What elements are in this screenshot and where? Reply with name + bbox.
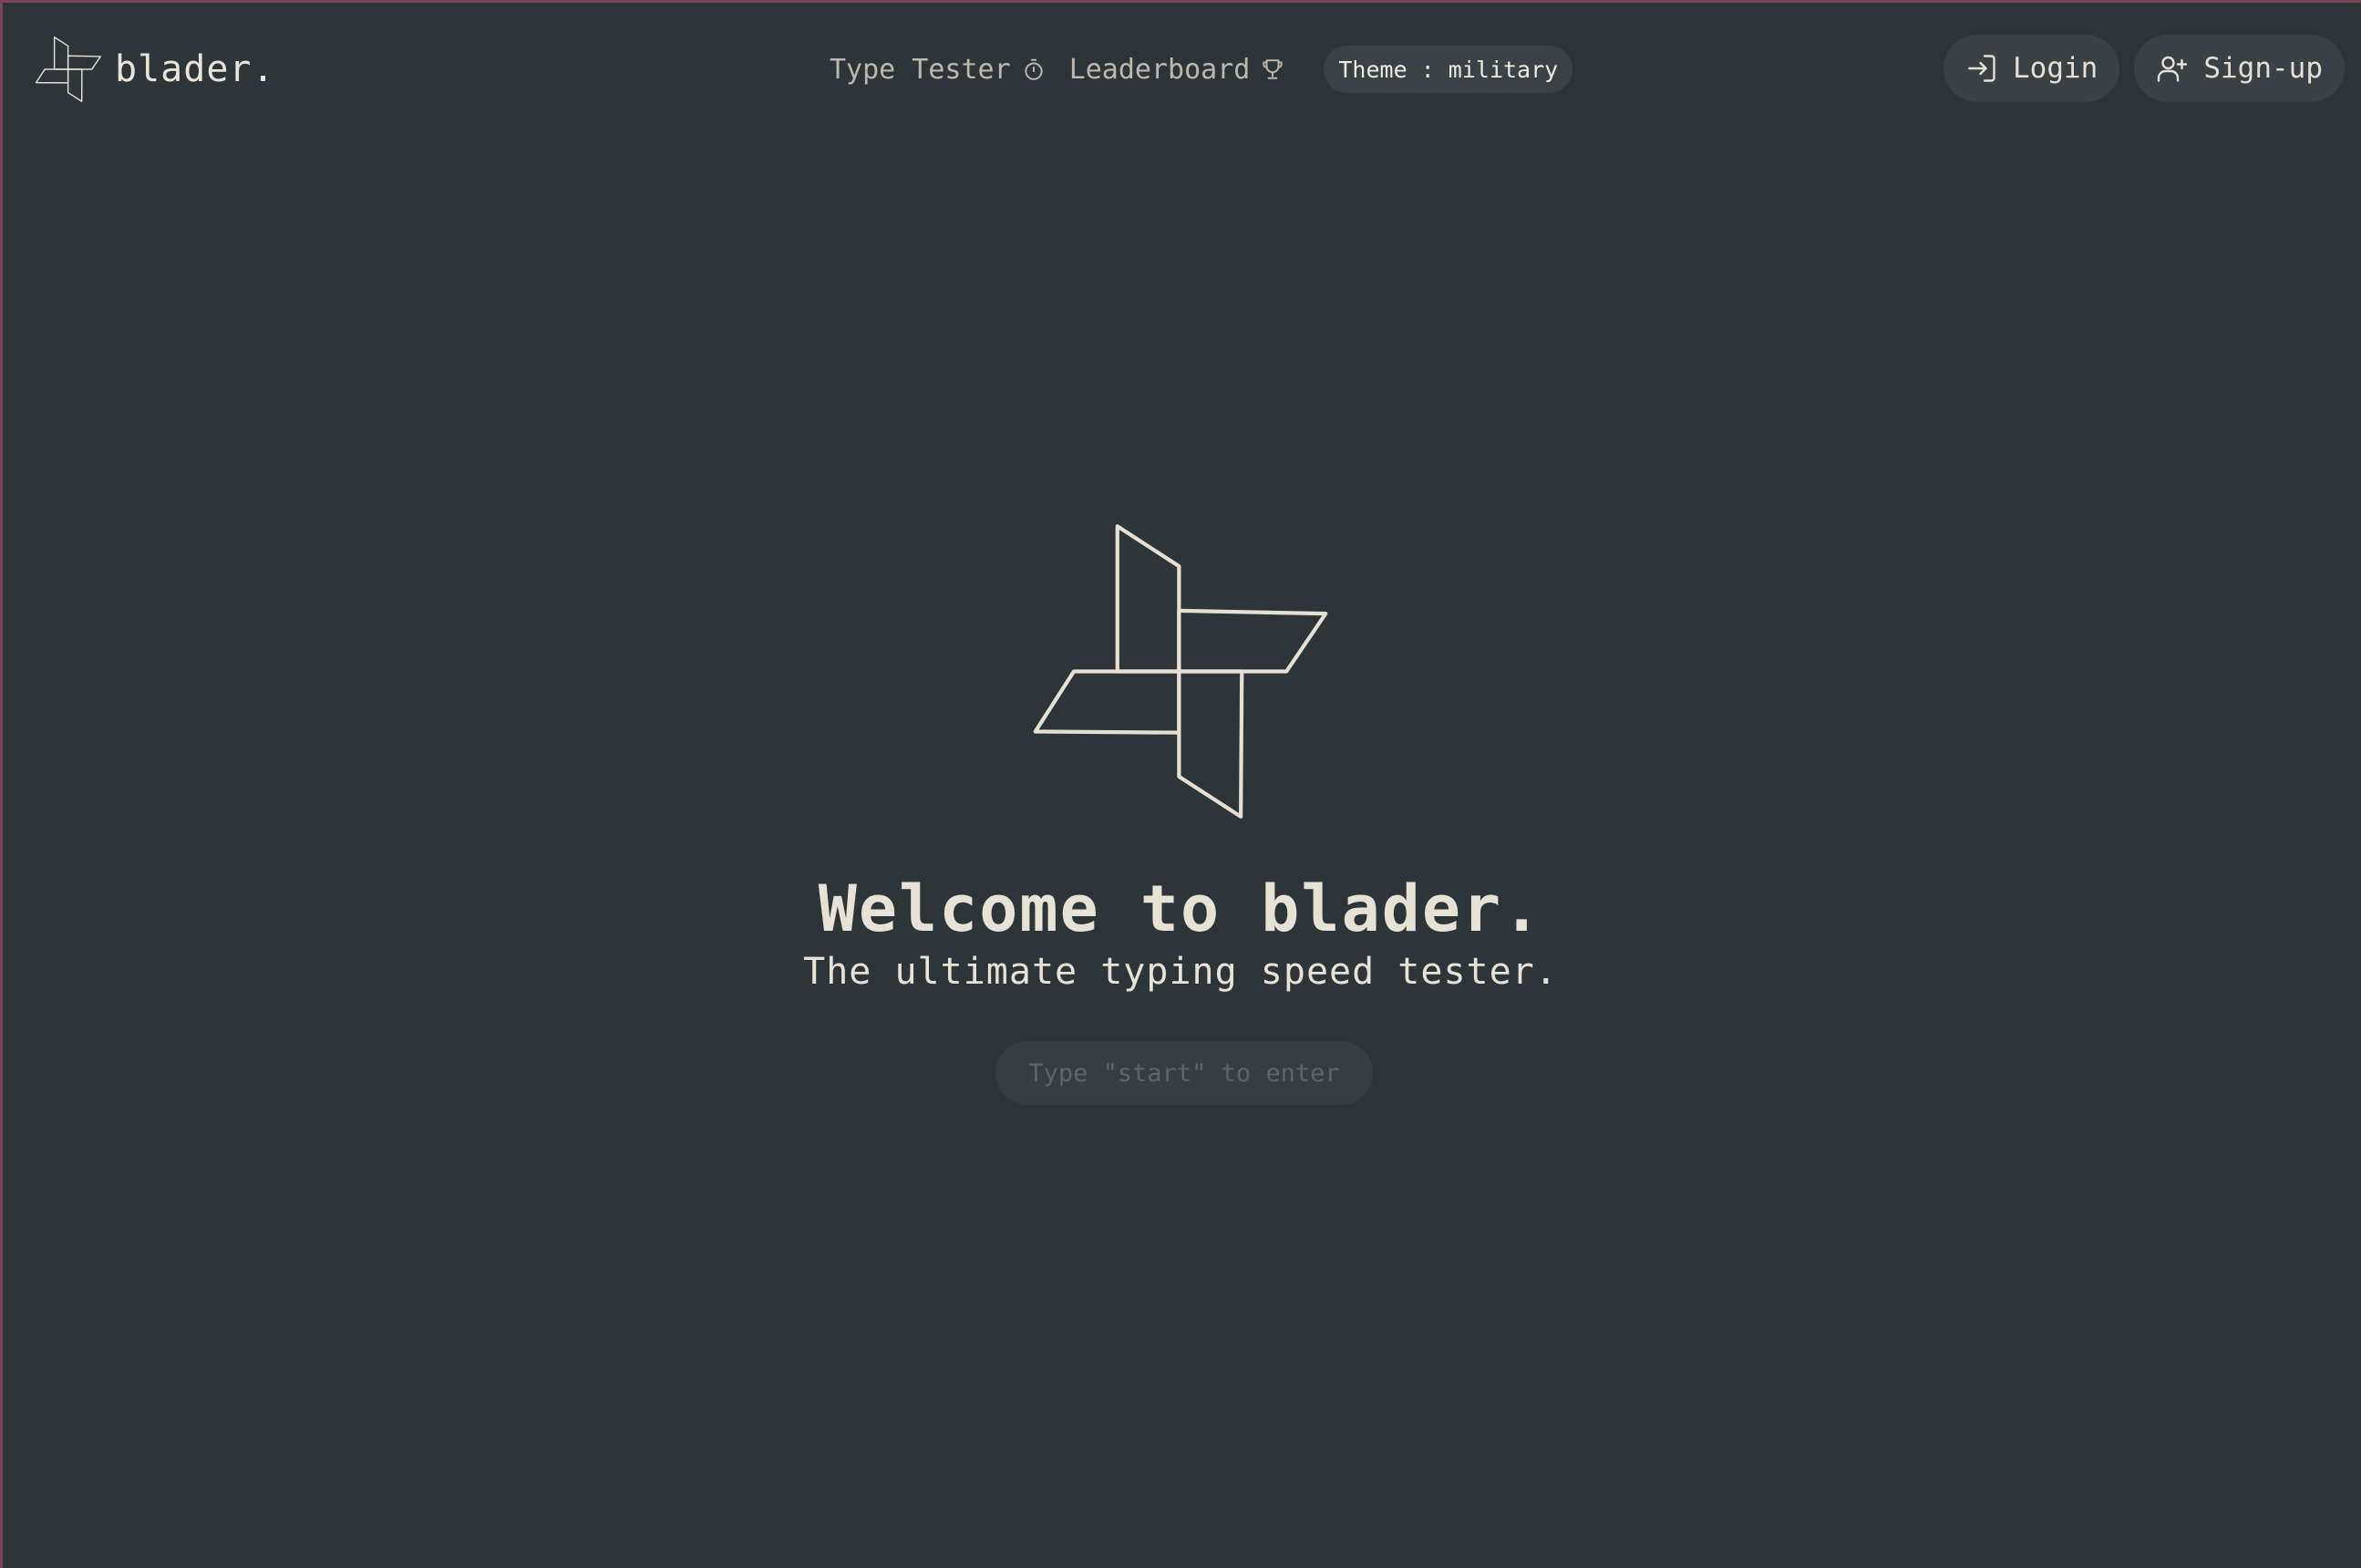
user-plus-icon — [2158, 56, 2188, 82]
login-button-label: Login — [2013, 52, 2098, 85]
brand-name: blader. — [115, 48, 275, 90]
pinwheel-logo-icon — [1033, 524, 1328, 819]
hero-title: Welcome to blader. — [818, 872, 1543, 946]
signup-button-label: Sign-up — [2203, 52, 2323, 85]
auth-actions: Login Sign-up — [1943, 35, 2345, 102]
start-command-input[interactable] — [995, 1041, 1373, 1105]
theme-selector[interactable]: Theme : military — [1324, 46, 1573, 93]
pinwheel-icon — [36, 36, 101, 102]
nav-type-tester-label: Type Tester — [830, 53, 1011, 86]
nav-type-tester[interactable]: Type Tester — [830, 54, 1046, 86]
hero-subtitle: The ultimate typing speed tester. — [803, 951, 1558, 993]
brand-home-link[interactable]: blader. — [35, 36, 275, 102]
stopwatch-icon — [1025, 58, 1043, 80]
signup-button[interactable]: Sign-up — [2134, 35, 2345, 102]
theme-selector-label: Theme : military — [1338, 56, 1559, 83]
trophy-icon — [1263, 59, 1284, 79]
login-button[interactable]: Login — [1943, 35, 2120, 102]
nav-leaderboard[interactable]: Leaderboard — [1069, 54, 1285, 86]
main-nav: Type Tester Leaderboard Theme : military — [830, 46, 1573, 93]
nav-leaderboard-label: Leaderboard — [1068, 53, 1251, 86]
top-navbar: blader. Type Tester Leaderboard Theme : … — [0, 0, 2361, 137]
login-icon — [1968, 55, 1995, 82]
